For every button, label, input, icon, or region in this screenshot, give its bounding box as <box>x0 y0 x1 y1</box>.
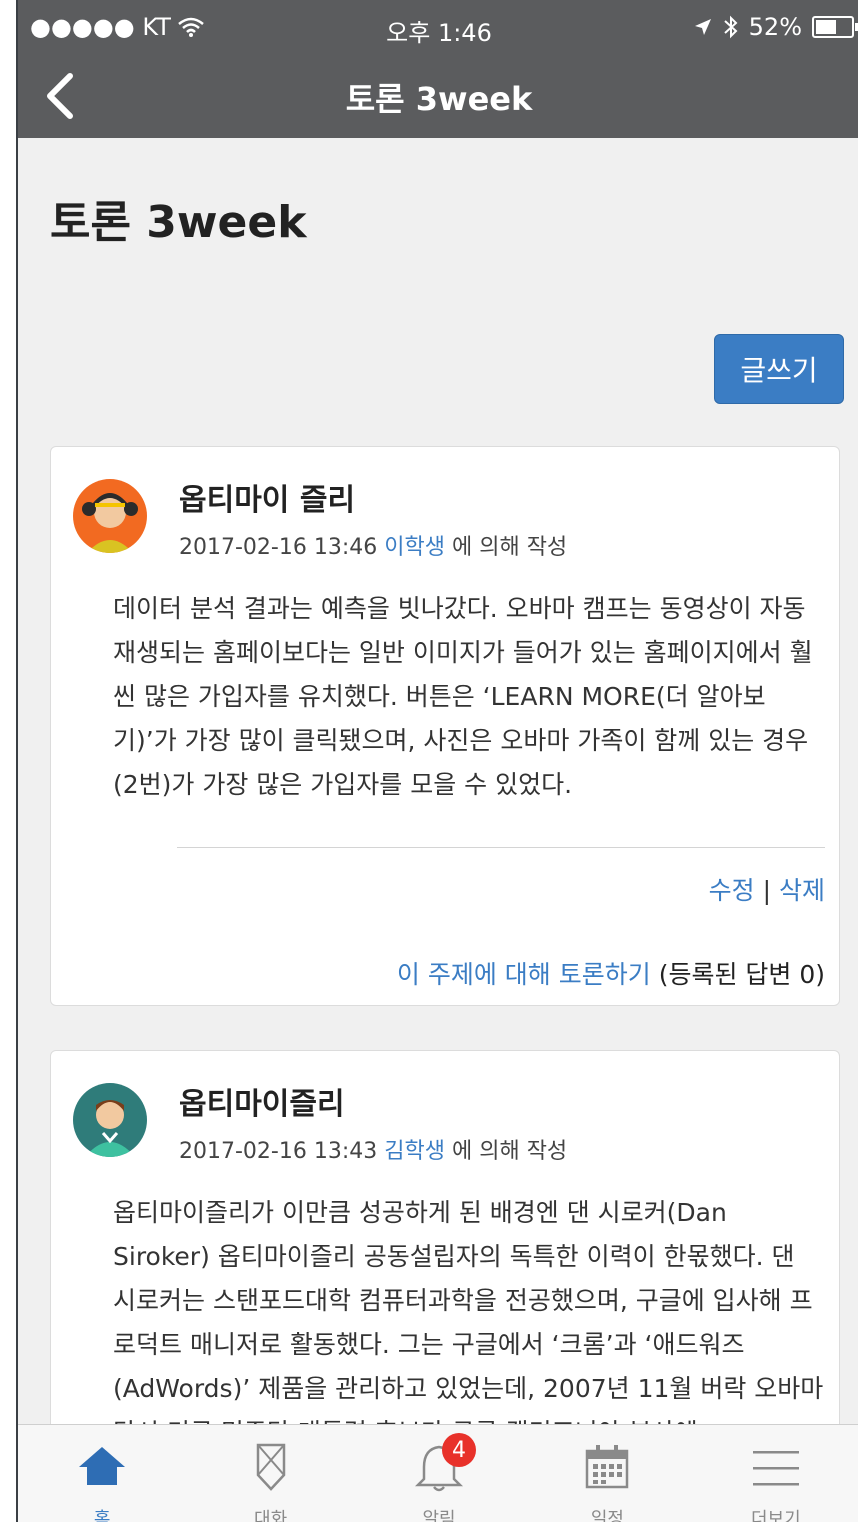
notification-badge: 4 <box>442 1433 477 1467</box>
post-author-link[interactable]: 이학생 <box>384 535 445 560</box>
post-author-link[interactable]: 김학생 <box>384 1139 445 1164</box>
post-written-by: 에 의해 작성 <box>451 535 568 560</box>
menu-icon <box>752 1451 799 1486</box>
post-body: 데이터 분석 결과는 예측을 빗나갔다. 오바마 캠프는 동영상이 자동 재생되… <box>113 594 813 799</box>
battery-icon <box>812 16 858 38</box>
avatar <box>73 479 147 553</box>
tab-chat[interactable]: 대화 <box>186 1425 354 1522</box>
tab-bar: 홈 대화 4 알림 일정 더보기 <box>18 1424 858 1522</box>
reply-count: (등록된 답변 0) <box>658 960 825 989</box>
status-bar: ●●●●● KT 오후 1:46 52% <box>18 0 858 54</box>
home-icon <box>79 1447 126 1485</box>
tab-home[interactable]: 홈 <box>18 1425 186 1522</box>
tab-label: 더보기 <box>750 1509 801 1522</box>
nav-title: 토론 3week <box>345 80 533 118</box>
write-post-button[interactable]: 글쓰기 <box>714 334 844 404</box>
post-date: 2017-02-16 13:43 <box>179 1139 378 1164</box>
battery-percent: 52% <box>748 13 802 41</box>
tab-label: 대화 <box>254 1509 288 1522</box>
navigation-bar: 토론 3week <box>18 54 858 138</box>
post-title: 옵티마이즐리 <box>179 1087 345 1122</box>
chat-icon <box>256 1443 285 1491</box>
post-written-by: 에 의해 작성 <box>451 1139 568 1164</box>
post-date: 2017-02-16 13:46 <box>179 535 378 560</box>
calendar-icon <box>586 1445 629 1489</box>
tab-calendar[interactable]: 일정 <box>523 1425 691 1522</box>
edit-link[interactable]: 수정 <box>709 876 755 905</box>
delete-link[interactable]: 삭제 <box>779 876 825 905</box>
post-meta: 2017-02-16 13:43 김학생 에 의해 작성 <box>179 1133 567 1165</box>
avatar <box>73 1083 147 1157</box>
post-body: 옵티마이즐리가 이만큼 성공하게 된 배경엔 댄 시로커(Dan Siroker… <box>113 1198 824 1447</box>
tab-label: 홈 <box>93 1509 111 1522</box>
page-title: 토론 3week <box>50 197 307 248</box>
action-separator: | <box>762 876 772 905</box>
app-frame: ●●●●● KT 오후 1:46 52% 토론 3week 토론 3week 글… <box>16 0 858 1522</box>
bluetooth-icon <box>723 15 738 39</box>
post-card: 옵티마이 즐리 2017-02-16 13:46 이학생 에 의해 작성 데이터… <box>50 446 840 1006</box>
tab-notifications[interactable]: 4 알림 <box>355 1425 523 1522</box>
location-arrow-icon <box>694 19 711 35</box>
divider <box>177 847 825 848</box>
tab-label: 일정 <box>590 1509 624 1522</box>
discuss-row: 이 주제에 대해 토론하기 (등록된 답변 0) <box>397 955 825 991</box>
post-actions: 수정 | 삭제 <box>709 871 825 907</box>
status-right: 52% <box>693 13 858 41</box>
discuss-link[interactable]: 이 주제에 대해 토론하기 <box>397 960 651 989</box>
post-title: 옵티마이 즐리 <box>179 483 356 518</box>
tab-label: 알림 <box>422 1509 456 1522</box>
post-meta: 2017-02-16 13:46 이학생 에 의해 작성 <box>179 529 567 561</box>
tab-more[interactable]: 더보기 <box>692 1425 858 1522</box>
